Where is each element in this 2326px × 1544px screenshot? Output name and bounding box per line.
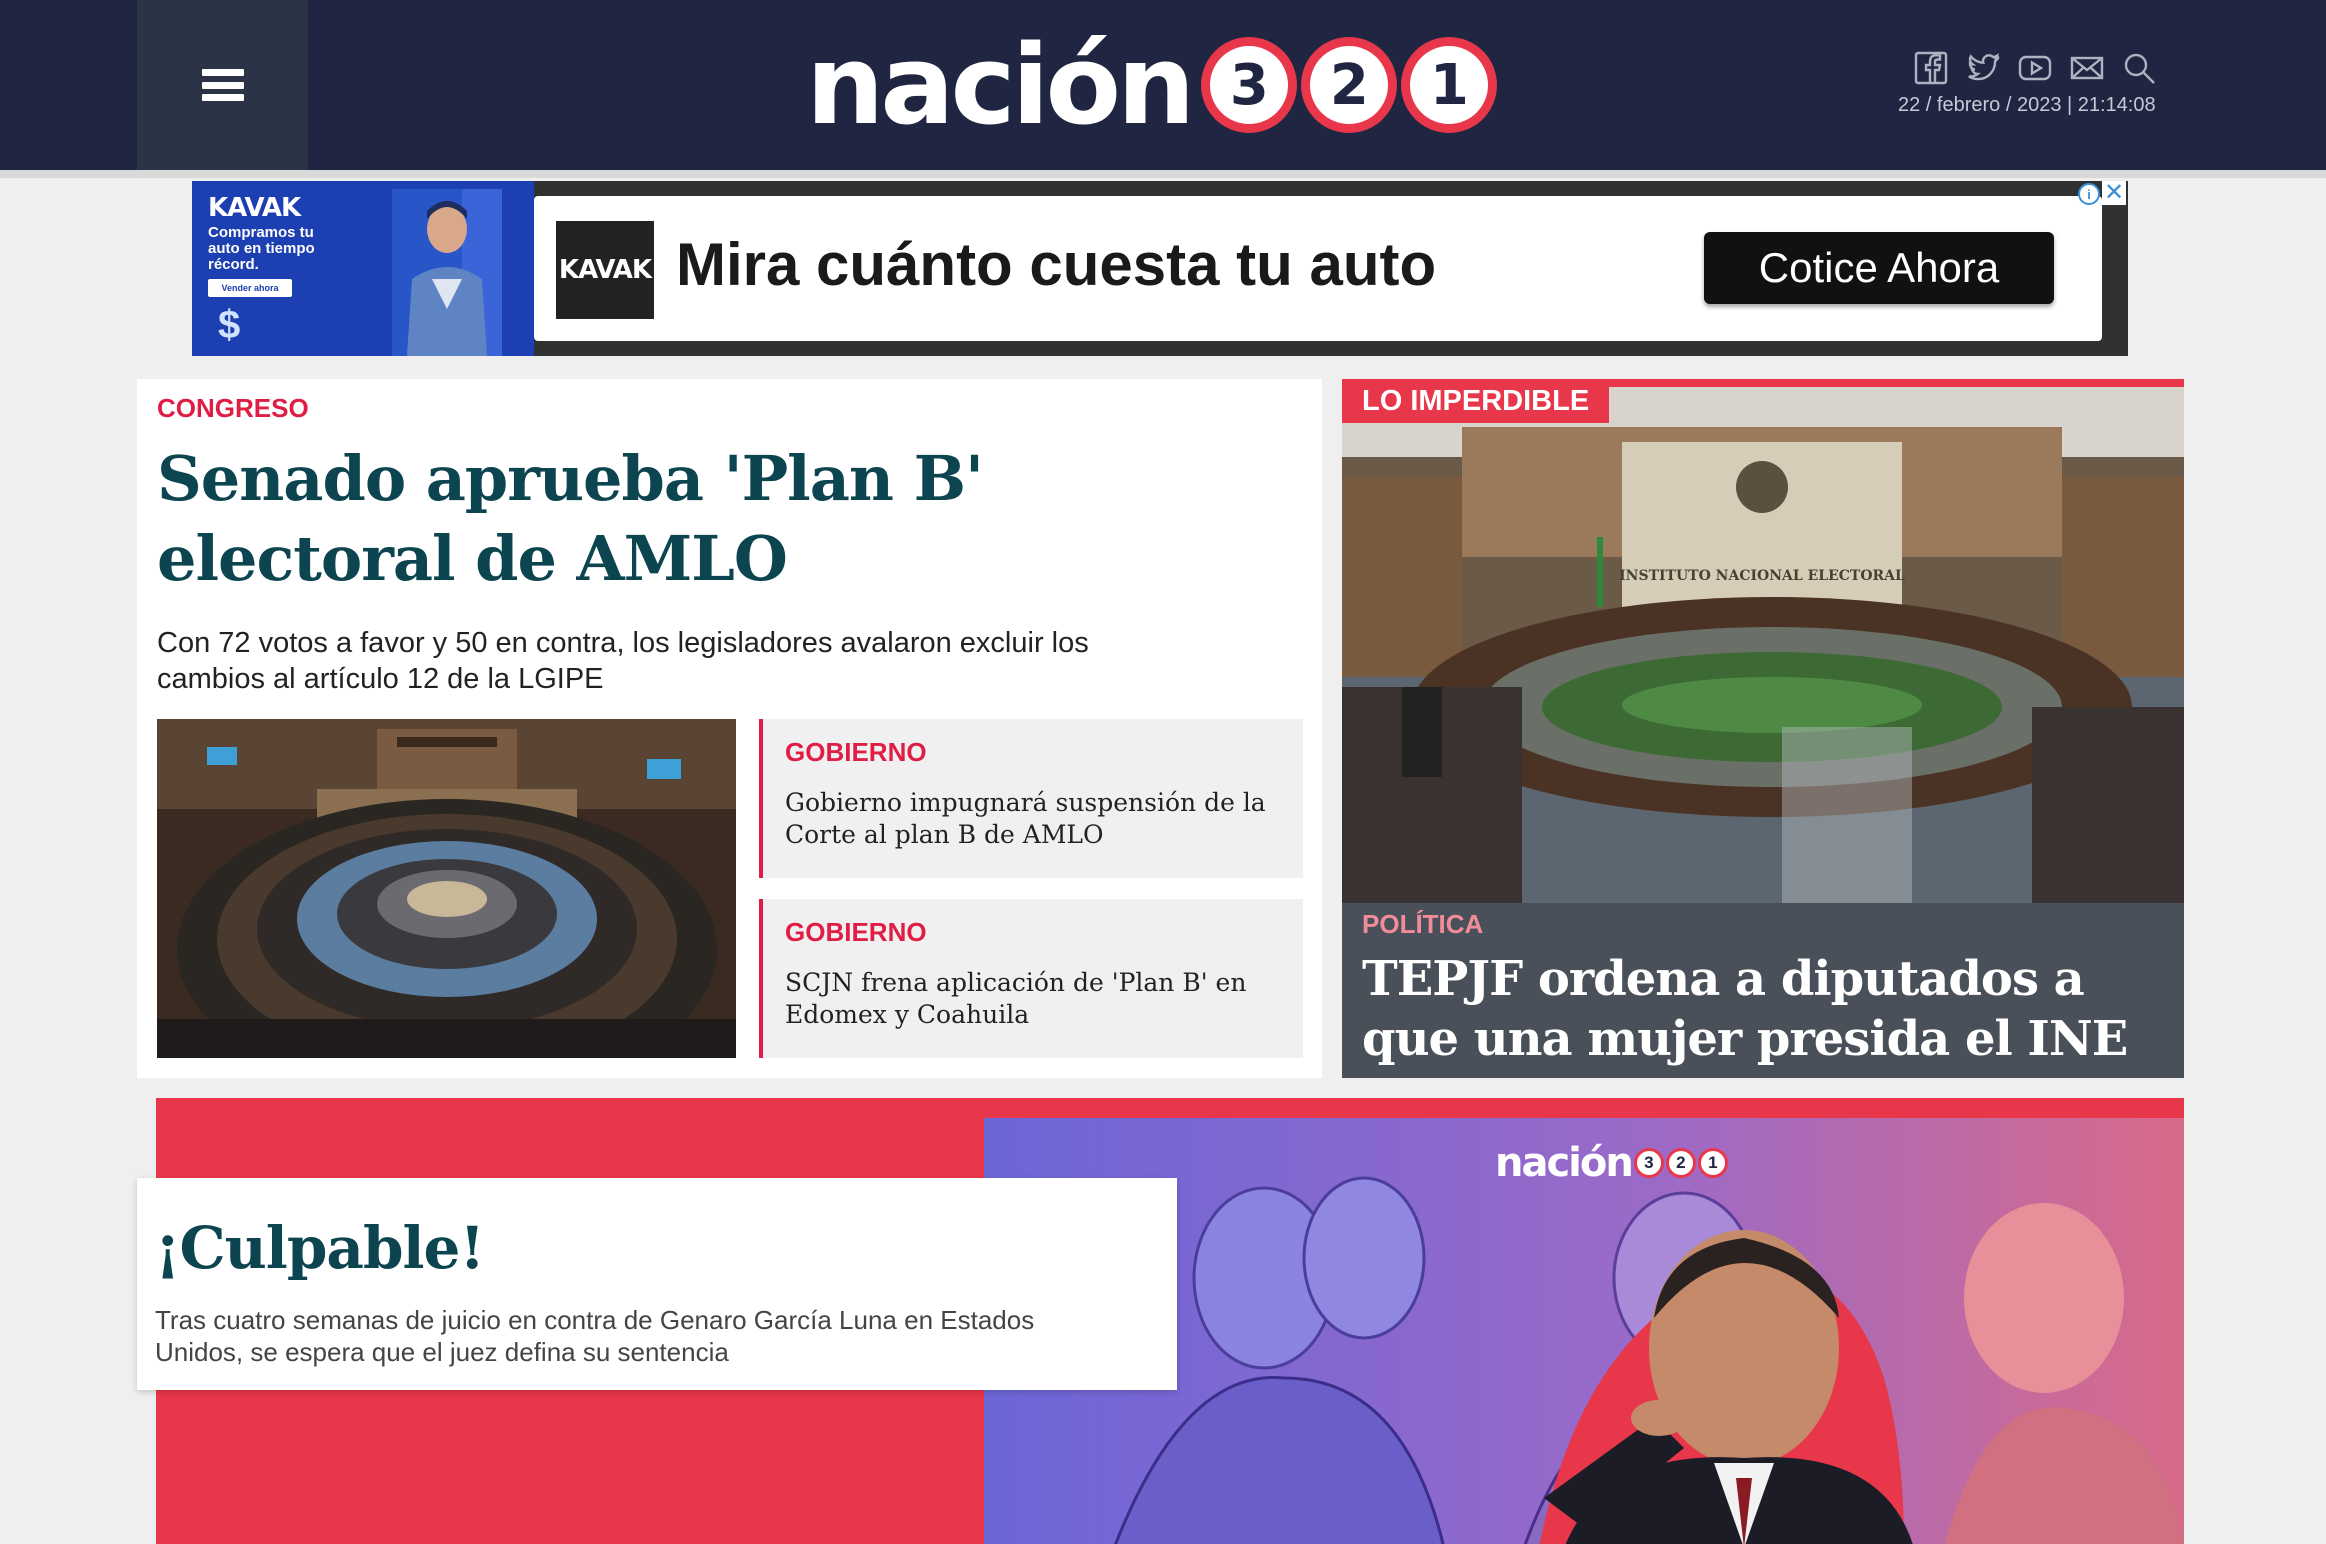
banner-logo-digit: 1 [1697, 1148, 1728, 1178]
culpable-summary: Tras cuatro semanas de juicio en contra … [155, 1305, 1035, 1367]
dollar-icon: $ [218, 303, 241, 347]
main-story-summary: Con 72 votos a favor y 50 en contra, los… [157, 627, 1089, 695]
ad-close-icon[interactable]: ✕ [2102, 181, 2126, 205]
main-story-card: CONGRESO Senado aprueba 'Plan B' elector… [137, 379, 1322, 1078]
ad-tagline: Compramos tu auto en tiempo récord. [208, 224, 315, 273]
social-links [1912, 50, 2158, 86]
ad-brand-logo: KAVAK [208, 193, 301, 223]
lo-imperdible-badge: LO IMPERDIBLE [1342, 379, 1610, 423]
feature-category[interactable]: POLÍTICA [1362, 909, 1483, 940]
side-story-title[interactable]: Gobierno impugnará suspensión de la Cort… [785, 787, 1285, 851]
ad-sell-button[interactable]: Vender ahora [208, 279, 292, 297]
facebook-icon[interactable] [1912, 50, 1950, 86]
logo-wordmark: nación [806, 21, 1195, 149]
room-sign-text: INSTITUTO NACIONAL ELECTORAL [1619, 568, 1905, 584]
culpable-story-card[interactable]: ¡Culpable! Tras cuatro semanas de juicio… [137, 1178, 1177, 1390]
mail-icon[interactable] [2068, 50, 2106, 86]
side-story-title[interactable]: SCJN frena aplicación de 'Plan B' en Edo… [785, 967, 1285, 1031]
ine-session-photo[interactable]: INSTITUTO NACIONAL ELECTORAL [1342, 387, 2184, 903]
twitter-icon[interactable] [1964, 50, 2002, 86]
ad-side-panel: KAVAK Compramos tu auto en tiempo récord… [192, 181, 534, 356]
feature-title[interactable]: TEPJF ordena a diputados a que una mujer… [1362, 949, 2172, 1069]
ad-model-photo [392, 189, 502, 356]
menu-button[interactable] [137, 0, 308, 170]
ad-quote-button[interactable]: Cotice Ahora [1704, 232, 2054, 304]
side-story[interactable]: GOBIERNO Gobierno impugnará suspensión d… [759, 719, 1303, 878]
featured-story[interactable]: INSTITUTO NACIONAL ELECTORAL LO IMPERDIB… [1342, 379, 2184, 1078]
side-story[interactable]: GOBIERNO SCJN frena aplicación de 'Plan … [759, 899, 1303, 1058]
youtube-icon[interactable] [2016, 50, 2054, 86]
senate-chamber-photo[interactable] [157, 719, 736, 1058]
hamburger-icon [201, 69, 244, 101]
side-story-category[interactable]: GOBIERNO [785, 737, 927, 768]
ad-info-icon[interactable]: i [2078, 183, 2100, 205]
ad-kavak-logo: KAVAK [556, 221, 654, 319]
banner-logo-digit: 2 [1665, 1148, 1696, 1178]
banner-logo-wordmark: nación [1495, 1140, 1634, 1186]
culpable-title[interactable]: ¡Culpable! [155, 1214, 485, 1282]
site-logo[interactable]: nación 3 2 1 [806, 20, 1498, 150]
side-story-category[interactable]: GOBIERNO [785, 917, 927, 948]
header-divider [0, 170, 2326, 178]
main-story-title[interactable]: Senado aprueba 'Plan B' electoral de AML… [157, 439, 1297, 599]
current-date: 22 / febrero / 2023 | 21:14:08 [1898, 94, 2156, 116]
ad-headline: Mira cuánto cuesta tu auto [676, 231, 1437, 298]
ad-main-panel[interactable]: KAVAK Mira cuánto cuesta tu auto Cotice … [534, 196, 2102, 341]
logo-digit: 1 [1401, 37, 1498, 133]
banner-logo: nación 3 2 1 [1495, 1140, 1728, 1186]
logo-digit: 3 [1201, 37, 1298, 133]
banner-logo-digit: 3 [1633, 1148, 1664, 1178]
advertisement-banner[interactable]: KAVAK Compramos tu auto en tiempo récord… [192, 181, 2128, 356]
search-icon[interactable] [2120, 50, 2158, 86]
logo-digit: 2 [1301, 37, 1398, 133]
main-story-category[interactable]: CONGRESO [157, 393, 309, 424]
